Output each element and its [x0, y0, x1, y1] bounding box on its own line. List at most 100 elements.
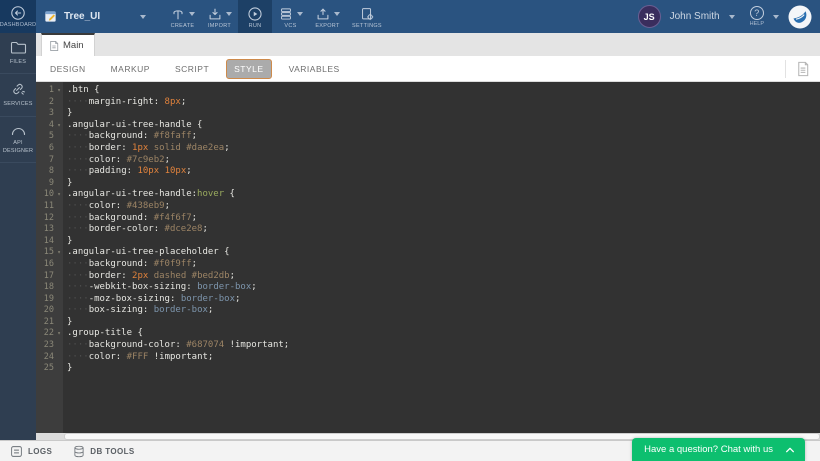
help-label: HELP: [750, 21, 764, 27]
chevron-down-icon: [297, 12, 303, 16]
avatar[interactable]: JS: [638, 5, 661, 28]
studio-app: DASHBOARD Tree_UI: [0, 0, 820, 461]
tab-script[interactable]: SCRIPT: [167, 59, 217, 79]
project-icon: [43, 9, 58, 24]
run-button[interactable]: RUN: [238, 0, 272, 33]
gutter-cell: 12: [36, 213, 63, 225]
code-editor[interactable]: 1.btn {2····margin-right: 8px;3}4.angula…: [36, 82, 820, 433]
page-icon: [49, 40, 59, 52]
editor-panel: Main DESIGN MARKUP SCRIPT STYLE VARIABLE…: [36, 33, 820, 440]
code-line: 8····padding: 10px 10px;: [36, 166, 820, 178]
run-icon: [247, 6, 263, 22]
gutter-cell: 8: [36, 166, 63, 178]
code-line: 17····border: 2px dashed #bed2db;: [36, 271, 820, 283]
gutter-cell: 16: [36, 259, 63, 271]
project-selector[interactable]: Tree_UI: [36, 0, 154, 33]
code-line: 3}: [36, 108, 820, 120]
fold-toggle-icon: [55, 247, 63, 259]
chevron-down-icon: [226, 12, 232, 16]
code-line: 6····border: 1px solid #dae2ea;: [36, 143, 820, 155]
code-line: 7····color: #7c9eb2;: [36, 155, 820, 167]
code-line: 12····background: #f4f6f7;: [36, 213, 820, 225]
code-line: 14}: [36, 236, 820, 248]
tab-main[interactable]: Main: [41, 33, 95, 56]
gutter-cell: 23: [36, 340, 63, 352]
code-line: 21}: [36, 317, 820, 329]
tab-variables[interactable]: VARIABLES: [281, 59, 348, 79]
gutter-cell[interactable]: 4: [36, 120, 63, 132]
gutter-cell[interactable]: 1: [36, 85, 63, 97]
tab-design[interactable]: DESIGN: [42, 59, 94, 79]
sidebar-item-services[interactable]: SERVICES: [0, 74, 36, 116]
code-line: 15.angular-ui-tree-placeholder {: [36, 247, 820, 259]
chat-widget-button[interactable]: Have a question? Chat with us: [632, 438, 805, 461]
user-name: John Smith: [670, 11, 720, 22]
help-button[interactable]: ? HELP: [750, 6, 764, 27]
left-sidebar: FILES SERVICES: [0, 33, 36, 440]
export-button[interactable]: EXPORT: [309, 0, 346, 33]
code-line: 10.angular-ui-tree-handle:hover {: [36, 189, 820, 201]
top-toolbar: DASHBOARD Tree_UI: [0, 0, 820, 33]
main-area: FILES SERVICES: [0, 33, 820, 440]
gutter-cell: 14: [36, 236, 63, 248]
services-icon: [10, 81, 26, 97]
toolbar-actions: CREATE IMPORT: [164, 0, 388, 33]
chevron-up-icon: [785, 446, 795, 454]
gutter-cell[interactable]: 10: [36, 189, 63, 201]
code-line: 18····-webkit-box-sizing: border-box;: [36, 282, 820, 294]
gutter-cell: 19: [36, 294, 63, 306]
dashboard-button[interactable]: DASHBOARD: [0, 0, 36, 33]
sidebar-item-api-designer[interactable]: API DESIGNER: [0, 117, 36, 164]
sidebar-item-label: API DESIGNER: [1, 139, 35, 156]
tab-markup[interactable]: MARKUP: [103, 59, 158, 79]
gutter-cell: 11: [36, 201, 63, 213]
logs-icon: [10, 445, 23, 458]
gutter-cell: 3: [36, 108, 63, 120]
logs-label: LOGS: [28, 447, 52, 456]
db-tools-label: DB TOOLS: [90, 447, 134, 456]
gutter-cell[interactable]: 15: [36, 247, 63, 259]
gutter-cell: 13: [36, 224, 63, 236]
gutter-cell: 2: [36, 97, 63, 109]
vcs-icon: [278, 6, 294, 22]
document-icon: [796, 61, 810, 77]
gutter-cell: 17: [36, 271, 63, 283]
project-name: Tree_UI: [64, 11, 134, 22]
db-tools-button[interactable]: DB TOOLS: [73, 445, 134, 458]
wavemaker-logo-icon[interactable]: [788, 5, 812, 29]
code-line: 11····color: #438eb9;: [36, 201, 820, 213]
tab-style[interactable]: STYLE: [226, 59, 271, 79]
chevron-down-icon[interactable]: [773, 15, 779, 19]
sidebar-item-label: FILES: [10, 58, 26, 66]
settings-label: SETTINGS: [352, 23, 382, 29]
chevron-down-icon: [189, 12, 195, 16]
chevron-down-icon: [334, 12, 340, 16]
chevron-down-icon[interactable]: [729, 15, 735, 19]
api-designer-icon: [10, 124, 27, 136]
gutter-cell[interactable]: 22: [36, 328, 63, 340]
vcs-button[interactable]: VCS: [272, 0, 309, 33]
settings-icon: [359, 6, 375, 22]
code-line: 16····background: #f0f9ff;: [36, 259, 820, 271]
gutter-cell: 5: [36, 131, 63, 143]
export-label: EXPORT: [315, 23, 339, 29]
code-line: 1.btn {: [36, 85, 820, 97]
code-line: 2····margin-right: 8px;: [36, 97, 820, 109]
create-button[interactable]: CREATE: [164, 0, 201, 33]
code-line: 9}: [36, 178, 820, 190]
export-icon: [315, 6, 331, 22]
code-line: 25}: [36, 363, 820, 375]
gutter-cell: 20: [36, 305, 63, 317]
gutter-cell: 6: [36, 143, 63, 155]
code-line: 5····background: #f8faff;: [36, 131, 820, 143]
settings-button[interactable]: SETTINGS: [346, 0, 388, 33]
code-line: 23····background-color: #687074 !importa…: [36, 340, 820, 352]
fold-toggle-icon: [55, 85, 63, 97]
file-diff-button[interactable]: [785, 60, 820, 78]
logs-button[interactable]: LOGS: [10, 445, 52, 458]
database-icon: [73, 445, 85, 458]
back-arrow-icon: [10, 5, 26, 21]
sidebar-item-files[interactable]: FILES: [0, 33, 36, 74]
import-button[interactable]: IMPORT: [201, 0, 238, 33]
dashboard-label: DASHBOARD: [0, 22, 36, 28]
